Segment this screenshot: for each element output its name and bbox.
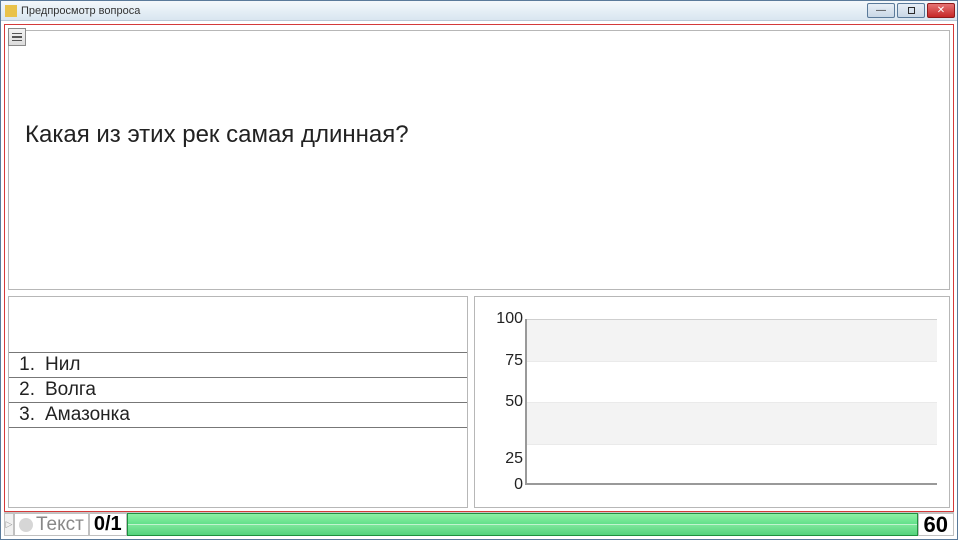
progress-bar	[127, 513, 918, 536]
answer-number: 2.	[17, 379, 35, 401]
grid-line	[525, 361, 937, 362]
answers-panel: 1. Нил 2. Волга 3. Амазонка	[8, 296, 468, 508]
y-tick-50: 50	[505, 393, 523, 411]
answer-number: 1.	[17, 354, 35, 376]
slide-frame: Какая из этих рек самая длинная? 1. Нил …	[4, 24, 954, 512]
close-icon: ✕	[937, 6, 945, 16]
progress-count: 0/1	[89, 513, 127, 536]
grid-line	[525, 402, 937, 403]
close-button[interactable]: ✕	[927, 3, 955, 18]
bottom-row: 1. Нил 2. Волга 3. Амазонка 100 75	[8, 296, 950, 508]
y-tick-75: 75	[505, 352, 523, 370]
window-buttons: — ✕	[867, 3, 955, 18]
maximize-button[interactable]	[897, 3, 925, 18]
question-panel: Какая из этих рек самая длинная?	[8, 30, 950, 290]
status-bar: ▷ Текст 0/1 60	[4, 512, 954, 536]
maximize-icon	[908, 7, 915, 14]
y-tick-100: 100	[496, 310, 523, 328]
y-tick-25: 25	[505, 450, 523, 468]
titlebar-left: Предпросмотр вопроса	[5, 5, 140, 17]
window-title: Предпросмотр вопроса	[21, 5, 140, 17]
content-area: Какая из этих рек самая длинная? 1. Нил …	[1, 21, 957, 539]
titlebar[interactable]: Предпросмотр вопроса — ✕	[1, 1, 957, 21]
hamburger-icon	[12, 33, 22, 35]
mode-indicator[interactable]: Текст	[14, 513, 89, 536]
app-window: Предпросмотр вопроса — ✕ Какая из этих р…	[0, 0, 958, 540]
app-icon	[5, 5, 17, 17]
answer-number: 3.	[17, 404, 35, 426]
y-axis	[525, 319, 527, 485]
x-axis	[525, 483, 937, 485]
gear-icon	[19, 518, 33, 532]
answer-option-2[interactable]: 2. Волга	[9, 377, 467, 403]
hamburger-menu-button[interactable]	[8, 28, 26, 46]
question-text: Какая из этих рек самая длинная?	[25, 121, 933, 149]
chart-panel: 100 75 50 25 0	[474, 296, 950, 508]
minimize-icon: —	[876, 6, 886, 16]
grid-line	[525, 444, 937, 445]
answer-text: Амазонка	[45, 404, 130, 426]
answer-option-3[interactable]: 3. Амазонка	[9, 402, 467, 428]
timer-value: 60	[918, 513, 954, 536]
answer-text: Нил	[45, 354, 80, 376]
grid-line	[525, 319, 937, 320]
answer-option-1[interactable]: 1. Нил	[9, 352, 467, 378]
prev-handle[interactable]: ▷	[4, 513, 14, 536]
y-tick-0: 0	[514, 476, 523, 494]
grid-band	[525, 319, 937, 361]
minimize-button[interactable]: —	[867, 3, 895, 18]
answer-text: Волга	[45, 379, 96, 401]
grid-band	[525, 402, 937, 444]
mode-label: Текст	[36, 514, 84, 536]
